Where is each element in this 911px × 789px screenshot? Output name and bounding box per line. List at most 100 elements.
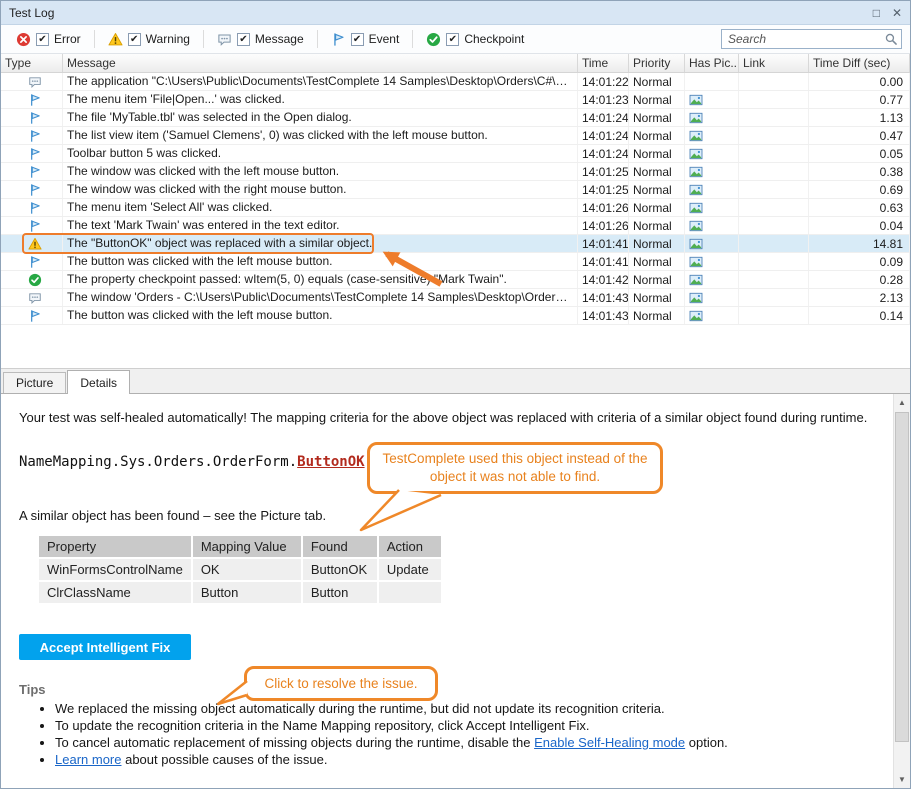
object-table-header: Property	[39, 536, 191, 557]
priority-cell: Normal	[629, 109, 685, 126]
picture-icon[interactable]	[689, 202, 703, 214]
filter-event[interactable]: ✔Event	[331, 32, 400, 47]
filter-checkbox[interactable]: ✔	[446, 33, 459, 46]
picture-icon[interactable]	[689, 256, 703, 268]
picture-icon[interactable]	[689, 112, 703, 124]
link-cell	[739, 109, 809, 126]
tip-text: To update the recognition criteria in th…	[55, 718, 589, 733]
accept-intelligent-fix-button[interactable]: Accept Intelligent Fix	[19, 634, 191, 660]
filter-checkbox[interactable]: ✔	[351, 33, 364, 46]
log-row[interactable]: The property checkpoint passed: wItem(5,…	[1, 271, 910, 289]
restore-icon[interactable]: □	[873, 7, 880, 19]
picture-icon[interactable]	[689, 166, 703, 178]
priority-cell: Normal	[629, 91, 685, 108]
type-cell	[1, 145, 63, 162]
column-header-has-picture[interactable]: Has Pic...	[685, 54, 739, 72]
time-diff-cell: 0.63	[809, 199, 910, 216]
details-scrollbar[interactable]: ▲ ▼	[893, 394, 910, 788]
event-icon	[28, 255, 42, 269]
filter-label: Error	[54, 32, 81, 46]
tip-link[interactable]: Learn more	[55, 752, 121, 767]
close-icon[interactable]: ✕	[892, 7, 902, 19]
time-diff-cell: 0.00	[809, 73, 910, 90]
priority-cell: Normal	[629, 127, 685, 144]
picture-icon[interactable]	[689, 220, 703, 232]
tip-text: We replaced the missing object automatic…	[55, 701, 665, 716]
log-row[interactable]: The file 'MyTable.tbl' was selected in t…	[1, 109, 910, 127]
time-diff-cell: 0.14	[809, 307, 910, 324]
has-picture-cell	[685, 91, 739, 108]
picture-icon[interactable]	[689, 292, 703, 304]
link-cell	[739, 271, 809, 288]
scroll-down-icon[interactable]: ▼	[894, 771, 910, 788]
column-header-priority[interactable]: Priority	[629, 54, 685, 72]
log-row[interactable]: Toolbar button 5 was clicked.14:01:24Nor…	[1, 145, 910, 163]
time-cell: 14:01:25	[578, 181, 629, 198]
picture-icon[interactable]	[689, 148, 703, 160]
event-icon	[28, 165, 42, 179]
column-header-message[interactable]: Message	[63, 54, 578, 72]
message-cell: The menu item 'File|Open...' was clicked…	[63, 91, 578, 108]
event-icon	[28, 219, 42, 233]
checkpoint-icon	[28, 273, 42, 287]
time-cell: 14:01:43	[578, 307, 629, 324]
picture-icon[interactable]	[689, 238, 703, 250]
picture-icon[interactable]	[689, 310, 703, 322]
filter-checkbox[interactable]: ✔	[128, 33, 141, 46]
column-header-link[interactable]: Link	[739, 54, 809, 72]
picture-icon[interactable]	[689, 130, 703, 142]
log-row[interactable]: The "ButtonOK" object was replaced with …	[1, 235, 910, 253]
tip-link[interactable]: Enable Self-Healing mode	[534, 735, 685, 750]
filter-checkbox[interactable]: ✔	[237, 33, 250, 46]
search-input[interactable]	[721, 29, 902, 49]
link-cell	[739, 73, 809, 90]
has-picture-cell	[685, 163, 739, 180]
log-row[interactable]: The window was clicked with the right mo…	[1, 181, 910, 199]
tip-item: To cancel automatic replacement of missi…	[55, 734, 728, 751]
tips-title: Tips	[19, 682, 46, 697]
object-table-cell	[379, 582, 441, 603]
log-row[interactable]: The button was clicked with the left mou…	[1, 307, 910, 325]
filter-message[interactable]: ✔Message	[217, 32, 304, 47]
log-row[interactable]: The window 'Orders - C:\Users\Public\Doc…	[1, 289, 910, 307]
column-header-time-diff[interactable]: Time Diff (sec)	[809, 54, 910, 72]
tips-list: We replaced the missing object automatic…	[39, 700, 728, 768]
log-row[interactable]: The menu item 'File|Open...' was clicked…	[1, 91, 910, 109]
tab-picture[interactable]: Picture	[3, 372, 66, 393]
filter-checkpoint[interactable]: ✔Checkpoint	[426, 32, 524, 47]
filter-warning[interactable]: ✔Warning	[108, 32, 190, 47]
has-picture-cell	[685, 73, 739, 90]
time-diff-cell: 0.77	[809, 91, 910, 108]
log-row[interactable]: The application "C:\Users\Public\Documen…	[1, 73, 910, 91]
picture-icon[interactable]	[689, 274, 703, 286]
log-row[interactable]: The window was clicked with the left mou…	[1, 163, 910, 181]
object-table-row: WinFormsControlNameOKButtonOKUpdate	[39, 559, 441, 580]
link-cell	[739, 163, 809, 180]
object-table-cell: OK	[193, 559, 301, 580]
column-header-time[interactable]: Time	[578, 54, 629, 72]
time-cell: 14:01:41	[578, 235, 629, 252]
picture-icon[interactable]	[689, 184, 703, 196]
has-picture-cell	[685, 307, 739, 324]
log-row[interactable]: The button was clicked with the left mou…	[1, 253, 910, 271]
message-cell: The file 'MyTable.tbl' was selected in t…	[63, 109, 578, 126]
picture-icon[interactable]	[689, 94, 703, 106]
filter-toolbar: ✔ Error ✔Warning ✔Message ✔Event ✔Checkpoint	[1, 25, 910, 54]
tab-bar: PictureDetails	[1, 369, 910, 393]
priority-cell: Normal	[629, 307, 685, 324]
tab-details[interactable]: Details	[67, 370, 130, 394]
log-row[interactable]: The list view item ('Samuel Clemens', 0)…	[1, 127, 910, 145]
link-cell	[739, 91, 809, 108]
filter-error[interactable]: ✔ Error	[16, 32, 81, 47]
log-row[interactable]: The menu item 'Select All' was clicked.1…	[1, 199, 910, 217]
type-cell	[1, 271, 63, 288]
scroll-thumb[interactable]	[895, 412, 909, 742]
filter-checkbox[interactable]: ✔	[36, 33, 49, 46]
link-cell	[739, 181, 809, 198]
callout-resolve: Click to resolve the issue.	[244, 666, 438, 701]
type-cell	[1, 199, 63, 216]
scroll-up-icon[interactable]: ▲	[894, 394, 910, 411]
event-icon	[28, 183, 42, 197]
column-header-type[interactable]: Type	[1, 54, 63, 72]
log-row[interactable]: The text 'Mark Twain' was entered in the…	[1, 217, 910, 235]
